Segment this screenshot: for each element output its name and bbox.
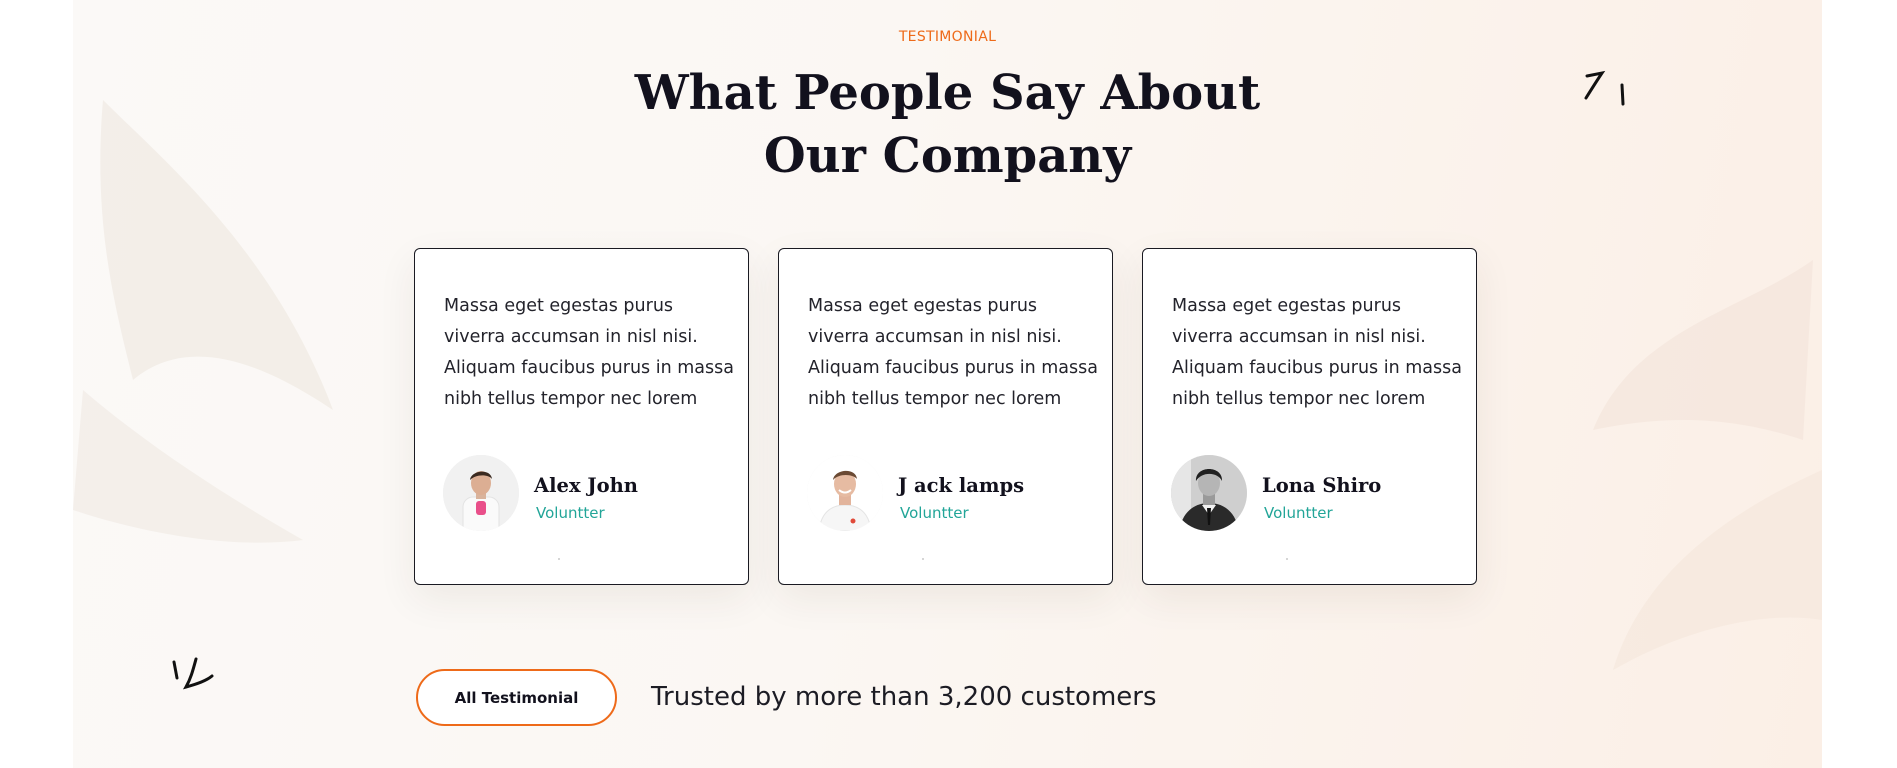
card-dot <box>922 558 924 560</box>
author-role: Voluntter <box>900 504 969 522</box>
author-role: Voluntter <box>1264 504 1333 522</box>
card-dot <box>558 558 560 560</box>
avatar <box>1171 455 1247 531</box>
heading-line-1: What People Say About <box>634 65 1261 121</box>
trusted-customers-text: Trusted by more than 3,200 customers <box>651 682 1157 712</box>
author-name: Lona Shiro <box>1262 474 1382 497</box>
avatar-photo-icon <box>807 455 883 531</box>
testimonial-section: TESTIMONIAL What People Say About Our Co… <box>73 0 1822 768</box>
card-dot <box>1286 558 1288 560</box>
heading-line-2: Our Company <box>763 128 1132 184</box>
section-heading: What People Say About Our Company <box>73 62 1822 188</box>
avatar-photo-icon <box>1171 455 1247 531</box>
avatar-photo-icon <box>443 455 519 531</box>
section-eyebrow: TESTIMONIAL <box>898 29 997 45</box>
testimonial-card: Massa eget egestas purus viverra accumsa… <box>414 248 749 585</box>
brush-stroke-right-decoration <box>1593 260 1822 670</box>
author-role: Voluntter <box>536 504 605 522</box>
testimonial-card: Massa eget egestas purus viverra accumsa… <box>778 248 1113 585</box>
testimonial-text: Massa eget egestas purus viverra accumsa… <box>444 296 734 409</box>
avatar <box>443 455 519 531</box>
testimonial-text: Massa eget egestas purus viverra accumsa… <box>1172 296 1462 409</box>
avatar <box>807 455 883 531</box>
all-testimonial-button[interactable]: All Testimonial <box>416 669 617 726</box>
author-name: Alex John <box>534 474 638 497</box>
testimonial-text: Massa eget egestas purus viverra accumsa… <box>808 296 1098 409</box>
author-name: J ack lamps <box>898 474 1025 497</box>
testimonial-card: Massa eget egestas purus viverra accumsa… <box>1142 248 1477 585</box>
scribble-bottom-left-decoration <box>172 657 214 690</box>
